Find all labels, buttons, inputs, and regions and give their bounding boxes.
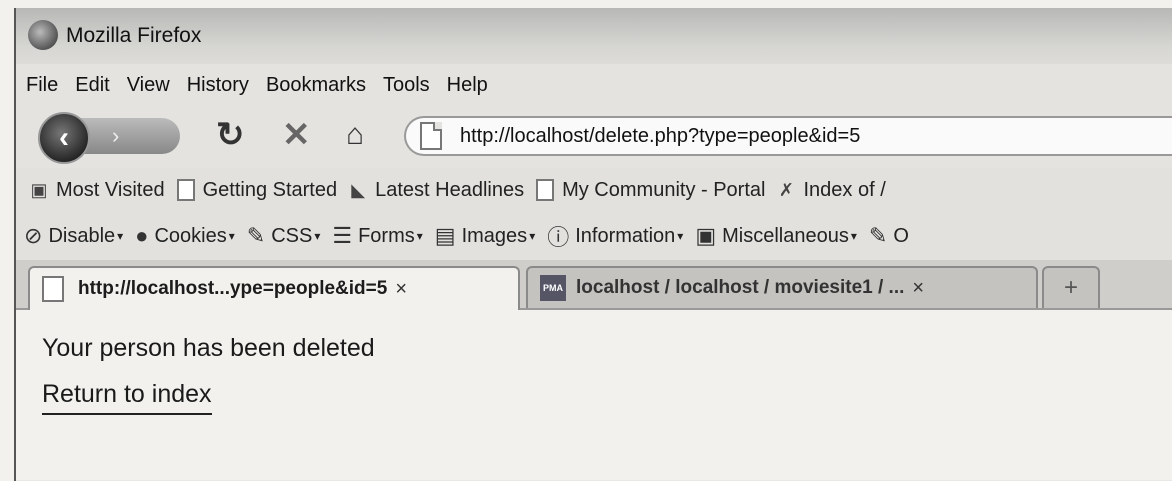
css-icon: ✎ [246,223,266,248]
browser-window: Mozilla Firefox File Edit View History B… [14,8,1172,481]
disable-icon: ⊘ [24,223,43,248]
chevron-down-icon: ▾ [416,229,423,243]
bookmark-label: My Community - Portal [562,178,766,201]
devtool-label: O [893,224,909,247]
devtool-label: Forms [358,224,415,247]
url-text[interactable]: http://localhost/delete.php?type=people&… [460,125,860,148]
bookmark-label: Most Visited [56,178,165,201]
url-bar[interactable]: http://localhost/delete.php?type=people&… [404,116,1172,156]
chevron-down-icon: ▾ [314,229,321,243]
page-icon [536,179,555,201]
devtool-miscellaneous[interactable]: ▣ Miscellaneous ▾ [695,223,857,249]
title-bar: Mozilla Firefox [16,8,1172,64]
bookmark-index-of[interactable]: ✗ Index of / [777,178,886,202]
devtool-images[interactable]: ▤ Images ▾ [435,223,535,249]
bookmark-my-community[interactable]: My Community - Portal [536,179,765,202]
miscellaneous-icon: ▣ [695,223,717,248]
chevron-down-icon: ▾ [529,229,536,243]
devtool-disable[interactable]: ⊘ Disable ▾ [24,223,123,249]
window-title: Mozilla Firefox [66,24,202,47]
most-visited-icon: ▣ [30,180,48,200]
bookmark-most-visited[interactable]: ▣ Most Visited [30,178,165,202]
web-developer-toolbar: ⊘ Disable ▾ ● Cookies ▾ ✎ CSS ▾ ☰ Forms ▾ ▤ … [16,212,1172,260]
chevron-down-icon: ▾ [117,229,124,243]
menu-help[interactable]: Help [447,74,488,97]
bookmark-label: Getting Started [202,178,338,201]
outline-icon: ✎ [868,223,888,248]
menu-view[interactable]: View [127,74,170,97]
menu-bookmarks[interactable]: Bookmarks [266,74,366,97]
menu-tools[interactable]: Tools [383,74,430,97]
site-page-icon [420,122,442,150]
forward-button[interactable]: › [80,118,180,154]
reload-icon[interactable]: ↻ [216,118,245,152]
page-icon [176,179,195,201]
back-arrow-icon: ‹ [59,121,69,154]
rss-icon: ◣ [351,180,366,200]
status-message: Your person has been deleted [42,334,375,362]
devtool-label: Images [461,224,528,247]
forward-arrow-icon: › [112,123,120,148]
devtool-css[interactable]: ✎ CSS ▾ [247,223,321,249]
bookmark-label: Index of / [803,178,886,201]
tab-delete-page[interactable]: http://localhost...ype=people&id=5 × [28,266,520,310]
tab-strip: http://localhost...ype=people&id=5 × PMA… [16,260,1172,310]
devtool-label: CSS [271,224,313,247]
page-icon [42,276,64,302]
devtool-forms[interactable]: ☰ Forms ▾ [332,223,422,249]
return-to-index-link[interactable]: Return to index [42,380,212,415]
bookmark-label: Latest Headlines [375,178,525,201]
forms-icon: ☰ [332,223,353,248]
tab-phpmyadmin[interactable]: PMA localhost / localhost / moviesite1 /… [526,266,1038,308]
tab-label: http://localhost...ype=people&id=5 [78,278,388,299]
navigation-bar: › ‹ ↻ ✕ ⌂ http://localhost/delete.php?ty… [16,106,1172,168]
chevron-down-icon: ▾ [677,229,684,243]
new-tab-button[interactable]: + [1042,266,1100,308]
menu-history[interactable]: History [187,74,249,97]
devtool-label: Information [575,224,676,247]
devtool-cookies[interactable]: ● Cookies ▾ [135,223,235,249]
home-icon[interactable]: ⌂ [346,118,364,152]
menu-bar: File Edit View History Bookmarks Tools H… [16,64,1172,106]
devtool-outline[interactable]: ✎ O [869,223,909,249]
devtool-label: Cookies [154,224,227,247]
index-icon: ✗ [778,180,795,200]
firefox-logo-icon [28,20,58,50]
chevron-down-icon: ▾ [228,229,235,243]
devtool-label: Disable [48,224,116,247]
menu-edit[interactable]: Edit [75,74,109,97]
stop-icon[interactable]: ✕ [282,118,311,152]
devtool-label: Miscellaneous [722,224,849,247]
plus-icon: + [1063,274,1078,301]
phpmyadmin-icon: PMA [540,275,566,301]
chevron-down-icon: ▾ [850,229,857,243]
menu-file[interactable]: File [26,74,58,97]
close-icon[interactable]: × [912,277,924,300]
images-icon: ▤ [434,223,456,248]
bookmark-latest-headlines[interactable]: ◣ Latest Headlines [349,179,524,202]
bookmark-getting-started[interactable]: Getting Started [176,178,338,202]
cookies-icon: ● [135,223,149,248]
information-icon: ⓘ [547,225,570,250]
bookmarks-toolbar: ▣ Most Visited Getting Started ◣ Latest … [16,168,1172,212]
close-icon[interactable]: × [395,278,407,301]
devtool-information[interactable]: ⓘ Information ▾ [547,220,683,252]
tab-label: localhost / localhost / moviesite1 / ... [576,277,905,298]
page-content: Your person has been deleted Return to i… [16,310,1172,480]
back-button[interactable]: ‹ [38,112,90,164]
